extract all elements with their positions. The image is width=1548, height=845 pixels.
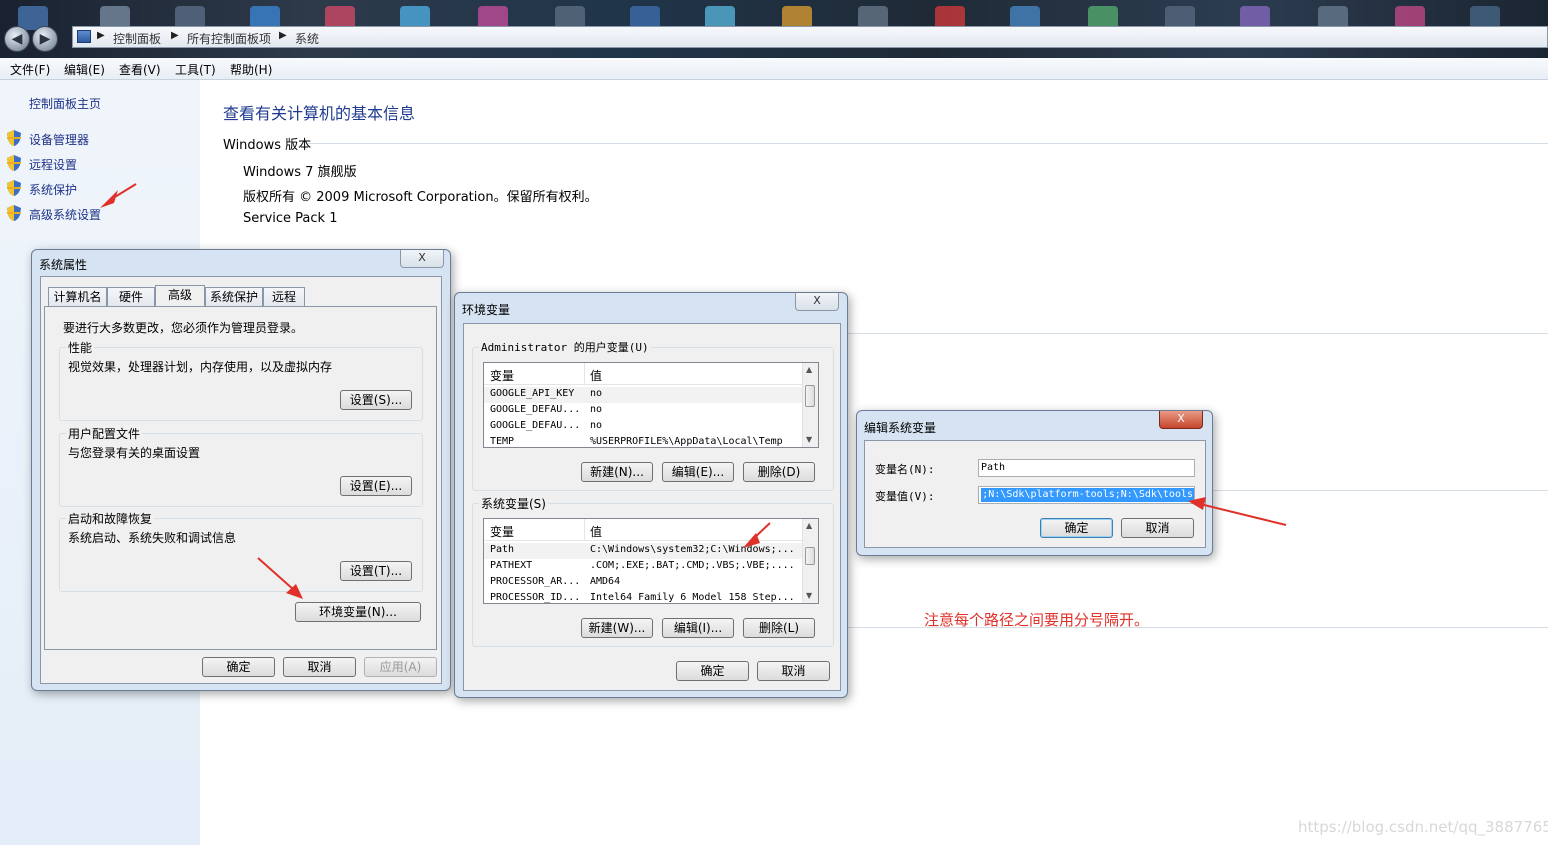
watermark-text: https://blog.csdn.net/qq_38877651: [1298, 818, 1548, 836]
annotation-note: 注意每个路径之间要用分号隔开。: [924, 611, 1150, 629]
annotation-arrow-icon: [1188, 497, 1287, 526]
